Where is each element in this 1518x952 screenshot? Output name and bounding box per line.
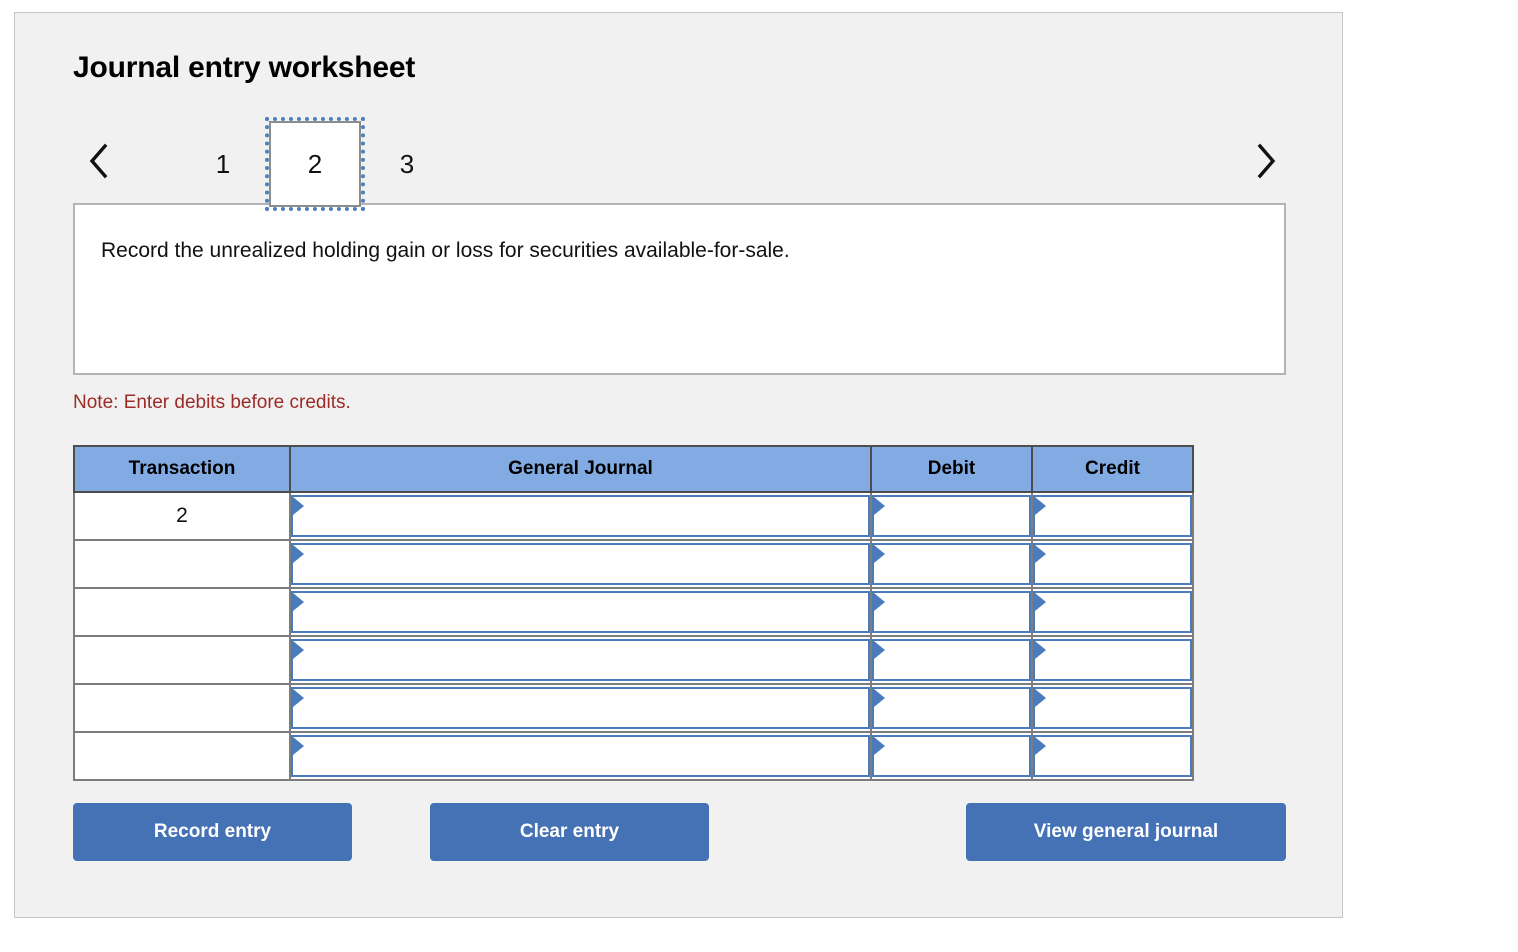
view-general-journal-button[interactable]: View general journal (966, 803, 1286, 861)
credit-cell[interactable] (1031, 731, 1194, 781)
credit-cell[interactable] (1031, 635, 1194, 685)
dropdown-triangle-icon (293, 545, 304, 563)
general-journal-cell[interactable] (289, 635, 872, 685)
credit-input[interactable] (1033, 543, 1192, 585)
table-row: 2 (73, 491, 1194, 541)
credit-input[interactable] (1033, 687, 1192, 729)
general-journal-input[interactable] (291, 639, 870, 681)
dropdown-triangle-icon (293, 497, 304, 515)
transaction-cell (73, 635, 291, 685)
dropdown-triangle-icon (293, 641, 304, 659)
credit-cell[interactable] (1031, 683, 1194, 733)
credit-cell[interactable] (1031, 491, 1194, 541)
dropdown-triangle-icon (1035, 737, 1046, 755)
general-journal-input[interactable] (291, 495, 870, 537)
column-header-debit: Debit (870, 445, 1033, 493)
debit-cell[interactable] (870, 587, 1033, 637)
credit-cell[interactable] (1031, 587, 1194, 637)
pager-tab-3[interactable]: 3 (361, 121, 453, 207)
chevron-left-icon (87, 142, 111, 180)
dropdown-triangle-icon (1035, 545, 1046, 563)
dropdown-triangle-icon (293, 593, 304, 611)
table-row (73, 587, 1194, 637)
journal-entry-worksheet-panel: Journal entry worksheet 1 2 3 Record the… (14, 12, 1343, 918)
dropdown-triangle-icon (874, 593, 885, 611)
debit-cell[interactable] (870, 539, 1033, 589)
debits-before-credits-note: Note: Enter debits before credits. (73, 392, 351, 413)
pager-tab-2-label: 2 (307, 148, 323, 179)
dropdown-triangle-icon (1035, 689, 1046, 707)
credit-input[interactable] (1033, 495, 1192, 537)
debit-cell[interactable] (870, 635, 1033, 685)
record-entry-button[interactable]: Record entry (73, 803, 352, 861)
dropdown-triangle-icon (874, 545, 885, 563)
table-row (73, 683, 1194, 733)
dropdown-triangle-icon (1035, 593, 1046, 611)
general-journal-input[interactable] (291, 591, 870, 633)
clear-entry-button[interactable]: Clear entry (430, 803, 709, 861)
table-header-row: Transaction General Journal Debit Credit (73, 445, 1194, 493)
credit-cell[interactable] (1031, 539, 1194, 589)
dropdown-triangle-icon (874, 497, 885, 515)
worksheet-pager: 1 2 3 (73, 117, 1286, 213)
table-row (73, 539, 1194, 589)
credit-input[interactable] (1033, 735, 1192, 777)
pager-prev-button[interactable] (79, 135, 119, 187)
debit-input[interactable] (872, 543, 1031, 585)
dropdown-triangle-icon (293, 689, 304, 707)
pager-tab-2[interactable]: 2 (265, 117, 365, 211)
debit-input[interactable] (872, 591, 1031, 633)
pager-next-button[interactable] (1246, 135, 1286, 187)
general-journal-cell[interactable] (289, 731, 872, 781)
table-row (73, 635, 1194, 685)
pager-tab-1-label: 1 (215, 148, 231, 179)
dropdown-triangle-icon (293, 737, 304, 755)
chevron-right-icon (1254, 142, 1278, 180)
transaction-cell (73, 731, 291, 781)
general-journal-cell[interactable] (289, 491, 872, 541)
transaction-cell (73, 587, 291, 637)
transaction-cell (73, 683, 291, 733)
page-title: Journal entry worksheet (73, 51, 416, 84)
transaction-cell (73, 539, 291, 589)
table-row (73, 731, 1194, 781)
debit-cell[interactable] (870, 683, 1033, 733)
debit-cell[interactable] (870, 731, 1033, 781)
debit-input[interactable] (872, 735, 1031, 777)
transaction-cell: 2 (73, 491, 291, 541)
general-journal-cell[interactable] (289, 539, 872, 589)
dropdown-triangle-icon (874, 737, 885, 755)
dropdown-triangle-icon (1035, 497, 1046, 515)
general-journal-cell[interactable] (289, 587, 872, 637)
general-journal-cell[interactable] (289, 683, 872, 733)
general-journal-input[interactable] (291, 687, 870, 729)
dropdown-triangle-icon (1035, 641, 1046, 659)
journal-entry-table: Transaction General Journal Debit Credit… (73, 445, 1194, 781)
column-header-general-journal: General Journal (289, 445, 872, 493)
dropdown-triangle-icon (874, 689, 885, 707)
credit-input[interactable] (1033, 639, 1192, 681)
pager-tab-1[interactable]: 1 (177, 121, 269, 207)
pager-tab-list: 1 2 3 (177, 117, 453, 213)
dropdown-triangle-icon (874, 641, 885, 659)
credit-input[interactable] (1033, 591, 1192, 633)
worksheet-button-bar: Record entry Clear entry View general jo… (73, 803, 1286, 863)
instruction-box: Record the unrealized holding gain or lo… (73, 203, 1286, 375)
instruction-text: Record the unrealized holding gain or lo… (101, 239, 790, 262)
debit-input[interactable] (872, 639, 1031, 681)
column-header-credit: Credit (1031, 445, 1194, 493)
debit-cell[interactable] (870, 491, 1033, 541)
column-header-transaction: Transaction (73, 445, 291, 493)
debit-input[interactable] (872, 495, 1031, 537)
general-journal-input[interactable] (291, 543, 870, 585)
pager-tab-3-label: 3 (399, 148, 415, 179)
debit-input[interactable] (872, 687, 1031, 729)
general-journal-input[interactable] (291, 735, 870, 777)
